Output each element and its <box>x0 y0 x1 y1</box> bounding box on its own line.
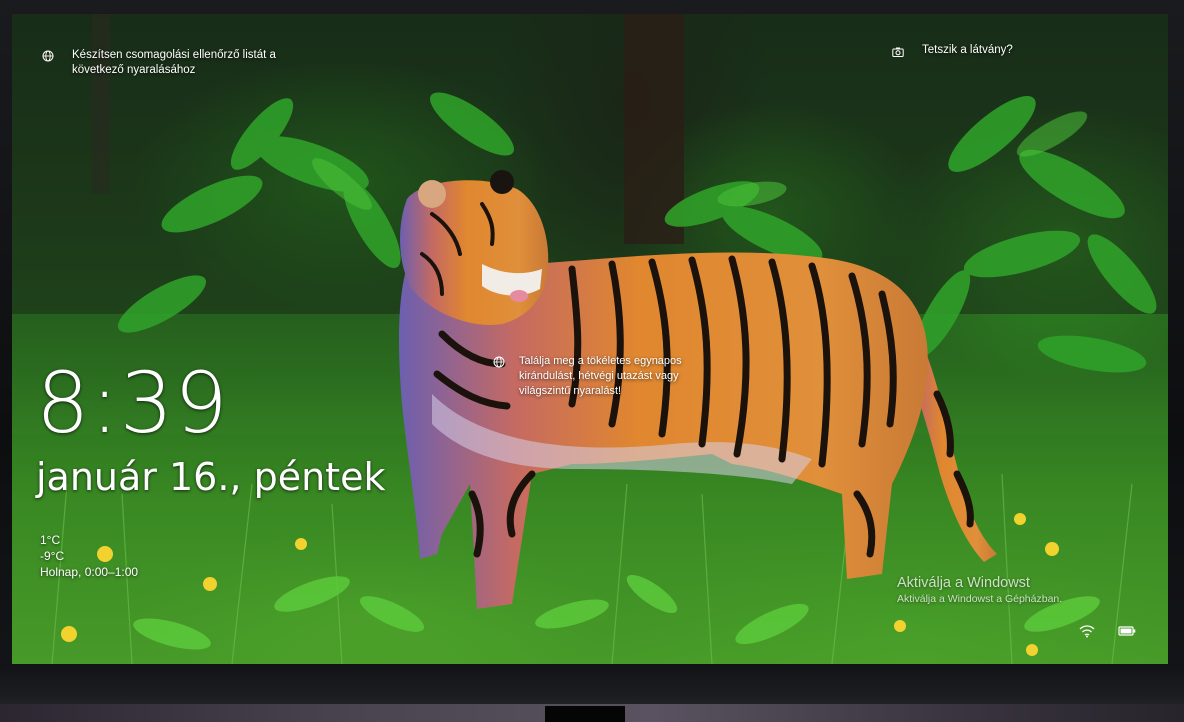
lock-screen-time: 8:39 <box>36 354 229 452</box>
globe-icon <box>42 50 54 62</box>
wallpaper-image <box>12 14 1168 664</box>
activation-title: Aktiválja a Windowst <box>897 575 1030 591</box>
top-tip-text: Készítsen csomagolási ellenőrző listát a… <box>72 49 276 76</box>
weather-widget: 1°C -9°C Holnap, 0:00–1:00 <box>40 532 138 580</box>
globe-icon <box>493 356 505 368</box>
camera-icon <box>892 47 904 57</box>
lock-screen-date: január 16., péntek <box>36 455 386 499</box>
like-image-text: Tetszik a látvány? <box>922 44 1013 56</box>
weather-forecast: Holnap, 0:00–1:00 <box>40 565 139 579</box>
lock-screen[interactable]: Készítsen csomagolási ellenőrző listát a… <box>12 14 1168 664</box>
wifi-icon[interactable] <box>1078 624 1096 638</box>
activation-watermark: Aktiválja a Windowst Aktiválja a Windows… <box>897 574 1062 606</box>
battery-icon[interactable] <box>1118 624 1136 638</box>
middle-tip-text: Találja meg a tökéletes egynapos kirándu… <box>519 355 682 397</box>
like-image-prompt[interactable]: Tetszik a látvány? <box>892 44 1042 60</box>
monitor-stand <box>545 706 625 722</box>
weather-low: -9°C <box>40 549 65 563</box>
weather-high: 1°C <box>40 533 61 547</box>
activation-subtitle: Aktiválja a Windowst a Gépházban. <box>897 593 1063 605</box>
